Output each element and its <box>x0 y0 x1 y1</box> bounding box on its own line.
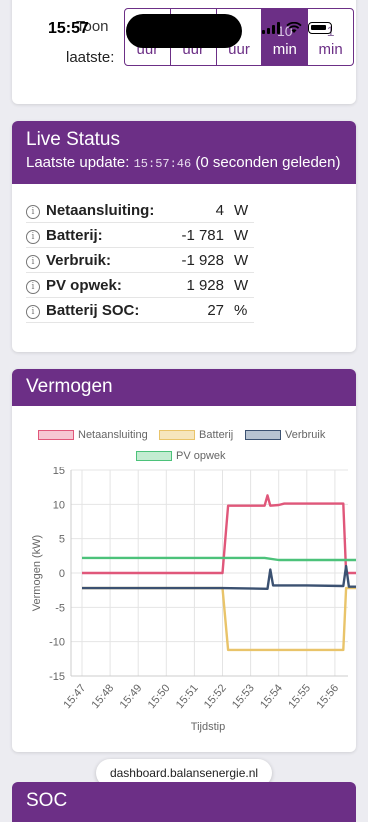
row-value: 4 <box>168 198 224 223</box>
table-row: i Netaansluiting: 4 W <box>26 198 254 223</box>
x-tick-label: 15:53 <box>230 682 257 711</box>
y-axis-title: Vermogen (kW) <box>31 535 43 611</box>
camera-notch <box>126 14 242 48</box>
table-row: i Batterij SOC: 27 % <box>26 297 254 323</box>
row-label: Netaansluiting: <box>46 198 168 223</box>
status-bar-time: 15:57 <box>48 20 89 37</box>
vermogen-title: Vermogen <box>26 376 113 397</box>
y-tick-label: -15 <box>49 671 65 683</box>
x-tick-label: 15:54 <box>258 682 285 711</box>
row-unit: % <box>224 297 254 323</box>
x-tick-label: 15:49 <box>118 682 145 711</box>
info-icon[interactable]: i <box>26 305 40 319</box>
x-tick-label: 15:56 <box>314 682 341 711</box>
table-row: i Batterij: -1 781 W <box>26 222 254 248</box>
table-row: i Verbruik: -1 928 W <box>26 247 254 273</box>
wifi-icon <box>286 22 302 33</box>
row-unit: W <box>224 198 254 223</box>
x-tick-label: 15:48 <box>90 682 117 711</box>
row-value: -1 928 <box>168 247 224 273</box>
y-tick-label: 15 <box>53 467 65 477</box>
last-update-text: Laatste update: 15:57:46 (0 seconden gel… <box>26 154 341 171</box>
info-icon[interactable]: i <box>26 255 40 269</box>
row-label: Batterij SOC: <box>46 297 168 323</box>
last-update-time: 15:57:46 <box>133 157 192 171</box>
last-update-ago: (0 seconden geleden) <box>195 154 341 171</box>
series-line-netaansluiting <box>82 494 356 575</box>
y-tick-label: 10 <box>53 499 65 511</box>
period-option-1-min[interactable]: 1 min <box>307 9 353 65</box>
y-tick-label: 5 <box>59 534 65 546</box>
row-label: Batterij: <box>46 222 168 248</box>
status-icons <box>262 22 332 34</box>
vermogen-header: Vermogen <box>12 369 356 406</box>
cellular-signal-icon <box>262 22 280 34</box>
row-unit: W <box>224 272 254 298</box>
info-icon[interactable]: i <box>26 205 40 219</box>
row-value: -1 781 <box>168 222 224 248</box>
info-icon[interactable]: i <box>26 280 40 294</box>
legend-swatch <box>136 451 172 461</box>
legend-batterij[interactable]: Batterij <box>159 429 233 441</box>
y-tick-label: 0 <box>59 568 65 580</box>
row-label: PV opwek: <box>46 272 168 298</box>
row-value: 1 928 <box>168 272 224 298</box>
x-axis-title: Tijdstip <box>191 721 225 733</box>
row-value: 27 <box>168 297 224 323</box>
legend-verbruik[interactable]: Verbruik <box>245 429 325 441</box>
x-tick-label: 15:50 <box>146 682 173 711</box>
live-status-header: Live Status Laatste update: 15:57:46 (0 … <box>12 121 356 184</box>
x-tick-label: 15:51 <box>174 682 201 711</box>
legend-netaansluiting[interactable]: Netaansluiting <box>38 429 148 441</box>
legend-pv-opwek[interactable]: PV opwek <box>136 450 226 462</box>
laatste-label: laatste: <box>66 49 115 66</box>
x-tick-label: 15:47 <box>61 682 88 711</box>
legend-swatch <box>245 430 281 440</box>
soc-title: SOC <box>26 790 68 811</box>
live-status-table: i Netaansluiting: 4 W i Batterij: -1 781… <box>26 198 254 323</box>
period-option-unit: min <box>272 41 297 58</box>
period-option-unit: min <box>318 41 343 58</box>
row-unit: W <box>224 247 254 273</box>
live-status-title: Live Status <box>26 129 120 150</box>
legend-swatch <box>38 430 74 440</box>
vermogen-card: Vermogen Netaansluiting Batterij Verbrui… <box>12 369 356 752</box>
vermogen-chart: Vermogen (kW) Tijdstip 151050-5-10-1515:… <box>31 467 356 733</box>
battery-icon <box>308 22 332 34</box>
x-tick-label: 15:55 <box>286 682 313 711</box>
soc-card: SOC <box>12 782 356 822</box>
live-status-card: Live Status Laatste update: 15:57:46 (0 … <box>12 121 356 352</box>
period-option-10-min[interactable]: 10 min <box>261 9 308 65</box>
row-unit: W <box>224 222 254 248</box>
table-row: i PV opwek: 1 928 W <box>26 272 254 298</box>
x-tick-label: 15:52 <box>202 682 229 711</box>
row-label: Verbruik: <box>46 247 168 273</box>
series-line-pv-opwek <box>82 556 356 562</box>
series-line-verbruik <box>82 564 356 590</box>
series-line-batterij <box>82 586 356 652</box>
legend-swatch <box>159 430 195 440</box>
info-icon[interactable]: i <box>26 230 40 244</box>
y-tick-label: -5 <box>55 602 65 614</box>
y-tick-label: -10 <box>49 637 65 649</box>
